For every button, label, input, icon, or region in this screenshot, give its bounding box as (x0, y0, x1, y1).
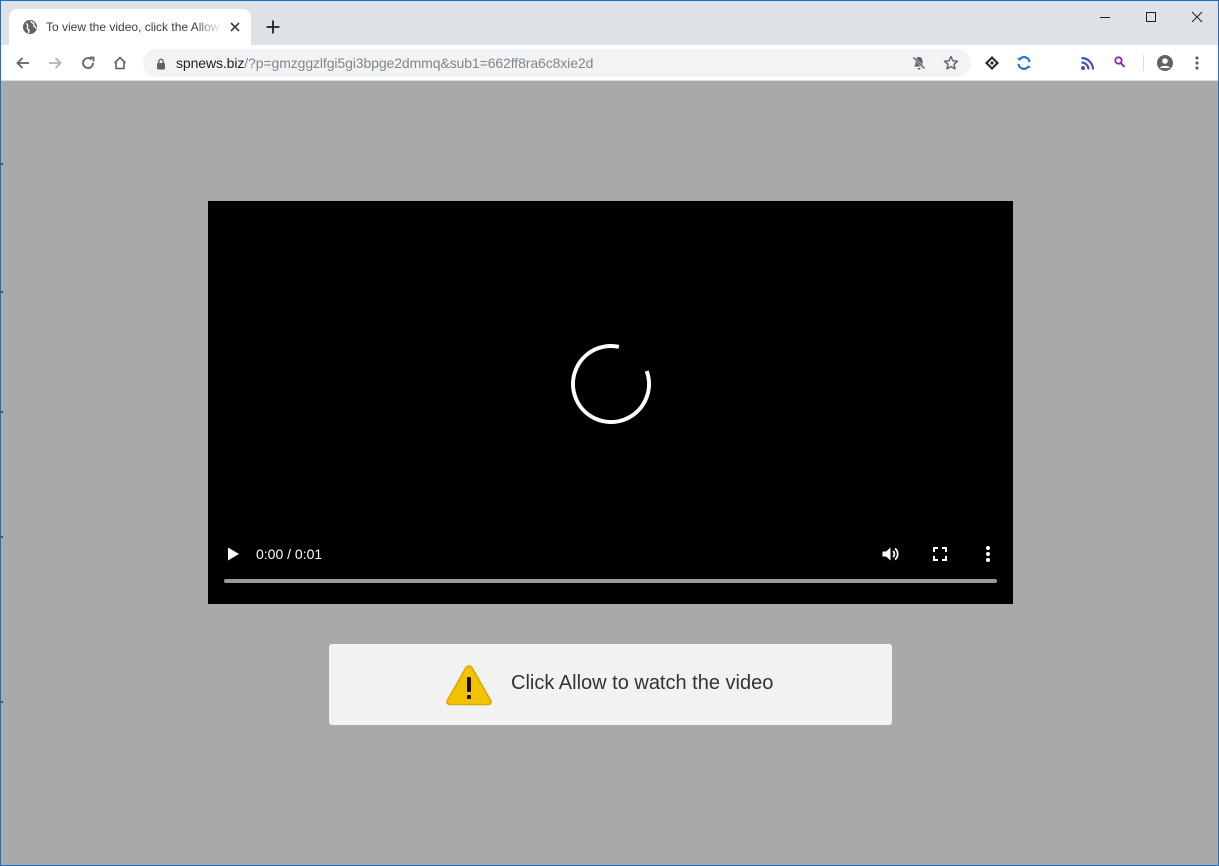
close-tab-icon[interactable] (227, 19, 243, 35)
lock-icon[interactable] (155, 57, 167, 70)
edge-mark (1, 163, 3, 165)
globe-icon (22, 19, 38, 35)
tab-title: To view the video, click the Allow butto… (46, 20, 222, 34)
toolbar-divider (1143, 55, 1144, 71)
video-player[interactable]: 0:00 / 0:01 (208, 201, 1013, 604)
reload-icon[interactable] (76, 51, 100, 75)
url-path: /?p=gmzggzlfgi5gi3bpge2dmmq&sub1=662ff8r… (244, 55, 594, 71)
back-arrow-icon[interactable] (11, 51, 35, 75)
edge-mark (1, 536, 3, 538)
video-time: 0:00 / 0:01 (256, 546, 323, 562)
new-tab-icon[interactable] (263, 17, 283, 37)
notice-text: Click Allow to watch the video (511, 672, 774, 694)
page-content: 0:00 / 0:01 Click Allow to watch the vid… (1, 81, 1218, 865)
video-controls: 0:00 / 0:01 (208, 539, 1013, 569)
kebab-menu-icon[interactable] (1185, 51, 1209, 75)
browser-tab[interactable]: To view the video, click the Allow butto… (9, 9, 251, 45)
maximize-icon[interactable] (1128, 1, 1174, 33)
url-host: spnews.biz (176, 55, 245, 71)
browser-window: To view the video, click the Allow butto… (0, 0, 1219, 866)
window-close-icon[interactable] (1174, 1, 1218, 33)
forward-arrow-icon[interactable] (43, 51, 67, 75)
minimize-icon[interactable] (1082, 1, 1128, 33)
address-bar[interactable]: spnews.biz/?p=gmzggzlfgi5gi3bpge2dmmq&su… (143, 49, 971, 77)
edge-mark (1, 411, 3, 413)
allow-notice-box: Click Allow to watch the video (329, 644, 892, 725)
home-icon[interactable] (108, 51, 132, 75)
sync-extension-icon[interactable] (1012, 51, 1036, 75)
browser-toolbar: spnews.biz/?p=gmzggzlfgi5gi3bpge2dmmq&su… (1, 45, 1218, 81)
diamond-extension-icon[interactable] (980, 51, 1004, 75)
loading-spinner-icon (571, 344, 651, 424)
account-circle-icon[interactable] (1153, 51, 1177, 75)
bookmark-star-icon[interactable] (941, 53, 961, 73)
fullscreen-icon[interactable] (930, 544, 950, 564)
warning-triangle-icon (446, 665, 492, 706)
video-progress-bar[interactable] (224, 579, 997, 583)
tab-strip: To view the video, click the Allow butto… (1, 1, 1218, 45)
volume-icon[interactable] (880, 544, 900, 564)
edge-mark (1, 701, 3, 703)
search-extension-icon[interactable] (1108, 51, 1132, 75)
edge-mark (1, 291, 3, 293)
play-icon[interactable] (224, 545, 242, 563)
video-more-options-icon[interactable] (978, 544, 998, 564)
rss-extension-icon[interactable] (1076, 51, 1100, 75)
url-text[interactable]: spnews.biz/?p=gmzggzlfgi5gi3bpge2dmmq&su… (176, 55, 593, 71)
notifications-blocked-icon[interactable] (909, 53, 929, 73)
